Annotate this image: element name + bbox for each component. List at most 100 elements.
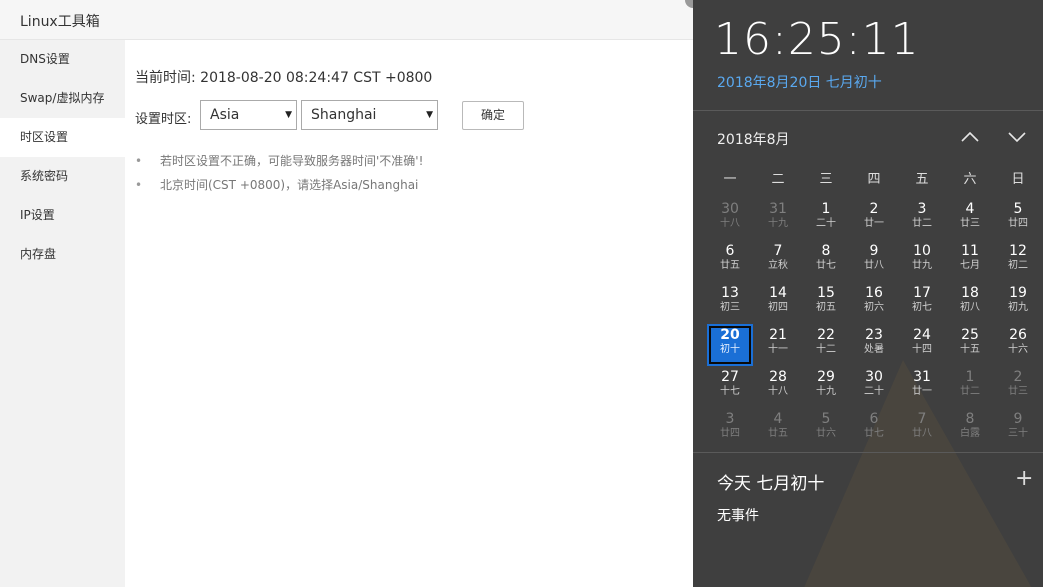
calendar-day[interactable]: 5 廿四 xyxy=(995,198,1041,240)
chevron-up-icon[interactable] xyxy=(959,126,981,148)
calendar-day[interactable]: 24 十四 xyxy=(899,324,945,366)
calendar-day[interactable]: 2 廿三 xyxy=(995,366,1041,408)
calendar-day[interactable]: 25 十五 xyxy=(947,324,993,366)
sidebar-item-swap[interactable]: Swap/虚拟内存 xyxy=(0,79,125,118)
calendar-day[interactable]: 2 廿一 xyxy=(851,198,897,240)
lunar-date: 廿五 xyxy=(768,428,788,439)
day-number: 11 xyxy=(961,243,979,259)
lunar-date: 二十 xyxy=(816,218,836,229)
lunar-date: 十八 xyxy=(768,386,788,397)
day-number: 20 xyxy=(720,327,740,343)
calendar-day[interactable]: 3 廿四 xyxy=(707,408,753,450)
calendar-day[interactable]: 14 初四 xyxy=(755,282,801,324)
calendar-day[interactable]: 1 二十 xyxy=(803,198,849,240)
calendar-day[interactable]: 26 十六 xyxy=(995,324,1041,366)
sidebar-item-dns[interactable]: DNS设置 xyxy=(0,40,125,79)
calendar-day[interactable]: 31 十九 xyxy=(755,198,801,240)
day-number: 28 xyxy=(769,369,787,385)
day-number: 19 xyxy=(1009,285,1027,301)
plus-icon[interactable]: + xyxy=(1015,468,1033,490)
day-number: 24 xyxy=(913,327,931,343)
calendar-day[interactable]: 22 十二 xyxy=(803,324,849,366)
calendar-day[interactable]: 13 初三 xyxy=(707,282,753,324)
day-number: 6 xyxy=(869,411,879,427)
calendar-day[interactable]: 9 廿八 xyxy=(851,240,897,282)
calendar-day[interactable]: 6 廿七 xyxy=(851,408,897,450)
calendar-day[interactable]: 5 廿六 xyxy=(803,408,849,450)
month-title[interactable]: 2018年8月 xyxy=(717,129,790,149)
day-number: 31 xyxy=(769,201,787,217)
day-number: 4 xyxy=(773,411,783,427)
weekday-label: 日 xyxy=(1011,172,1025,187)
calendar-day[interactable]: 29 十九 xyxy=(803,366,849,408)
calendar-day[interactable]: 11 七月 xyxy=(947,240,993,282)
calendar-day[interactable]: 8 廿七 xyxy=(803,240,849,282)
calendar-day[interactable]: 9 三十 xyxy=(995,408,1041,450)
day-number: 14 xyxy=(769,285,787,301)
calendar-grid: 30 十八 31 十九 1 二十 2 廿一 3 廿二 4 廿三 5 廿四 6 廿五 7 立秋 8 廿七 9 廿八 10 廿九 1… xyxy=(706,198,1042,450)
day-number: 6 xyxy=(725,243,735,259)
weekday-label: 三 xyxy=(819,172,833,187)
calendar-day[interactable]: 3 廿二 xyxy=(899,198,945,240)
chevron-down-icon[interactable] xyxy=(1006,126,1028,148)
current-time-text: 当前时间: 2018-08-20 08:24:47 CST +0800 xyxy=(135,70,433,86)
lunar-date: 十二 xyxy=(816,344,836,355)
lunar-date: 三十 xyxy=(1008,428,1028,439)
calendar-day-today[interactable]: 20 初十 xyxy=(707,324,753,366)
calendar-day[interactable]: 30 十八 xyxy=(707,198,753,240)
calendar-day[interactable]: 27 十七 xyxy=(707,366,753,408)
no-events-text: 无事件 xyxy=(717,508,759,524)
calendar-day[interactable]: 18 初八 xyxy=(947,282,993,324)
calendar-day[interactable]: 12 初二 xyxy=(995,240,1041,282)
day-number: 16 xyxy=(865,285,883,301)
city-select[interactable]: Shanghai ▼ xyxy=(301,100,438,130)
lunar-date: 初七 xyxy=(912,302,932,313)
lunar-date: 初二 xyxy=(1008,260,1028,271)
region-select[interactable]: Asia ▼ xyxy=(200,100,297,130)
weekday-label: 五 xyxy=(915,172,929,187)
sidebar-item-password[interactable]: 系统密码 xyxy=(0,157,125,196)
calendar-day[interactable]: 8 白露 xyxy=(947,408,993,450)
dropdown-arrow-icon: ▼ xyxy=(285,110,292,120)
day-number: 31 xyxy=(913,369,931,385)
calendar-day[interactable]: 7 立秋 xyxy=(755,240,801,282)
weekday-label: 六 xyxy=(963,172,977,187)
day-number: 2 xyxy=(1013,369,1023,385)
sidebar-item-timezone[interactable]: 时区设置 xyxy=(0,118,125,157)
calendar-day[interactable]: 15 初五 xyxy=(803,282,849,324)
calendar-day[interactable]: 23 处暑 xyxy=(851,324,897,366)
calendar-day[interactable]: 21 十一 xyxy=(755,324,801,366)
app-title: Linux工具箱 xyxy=(20,14,100,30)
day-number: 29 xyxy=(817,369,835,385)
day-number: 3 xyxy=(725,411,735,427)
lunar-date: 廿六 xyxy=(816,428,836,439)
day-number: 5 xyxy=(1013,201,1023,217)
day-number: 8 xyxy=(965,411,975,427)
calendar-day[interactable]: 7 廿八 xyxy=(899,408,945,450)
calendar-day[interactable]: 28 十八 xyxy=(755,366,801,408)
calendar-day[interactable]: 6 廿五 xyxy=(707,240,753,282)
confirm-button[interactable]: 确定 xyxy=(462,101,524,130)
timezone-label: 设置时区: xyxy=(135,112,192,127)
calendar-day[interactable]: 16 初六 xyxy=(851,282,897,324)
day-number: 17 xyxy=(913,285,931,301)
date-link[interactable]: 2018年8月20日 七月初十 xyxy=(717,72,882,92)
day-number: 23 xyxy=(865,327,883,343)
lunar-date: 十一 xyxy=(768,344,788,355)
day-number: 9 xyxy=(869,243,879,259)
calendar-day[interactable]: 19 初九 xyxy=(995,282,1041,324)
day-number: 21 xyxy=(769,327,787,343)
app-header: Linux工具箱 xyxy=(0,0,693,40)
sidebar-item-ramdisk[interactable]: 内存盘 xyxy=(0,235,125,274)
calendar-day[interactable]: 30 二十 xyxy=(851,366,897,408)
divider xyxy=(693,110,1043,111)
calendar-day[interactable]: 1 廿二 xyxy=(947,366,993,408)
weekday-label: 一 xyxy=(723,172,737,187)
day-number: 12 xyxy=(1009,243,1027,259)
calendar-day[interactable]: 10 廿九 xyxy=(899,240,945,282)
calendar-day[interactable]: 4 廿三 xyxy=(947,198,993,240)
calendar-day[interactable]: 31 廿一 xyxy=(899,366,945,408)
sidebar-item-ip[interactable]: IP设置 xyxy=(0,196,125,235)
calendar-day[interactable]: 17 初七 xyxy=(899,282,945,324)
calendar-day[interactable]: 4 廿五 xyxy=(755,408,801,450)
